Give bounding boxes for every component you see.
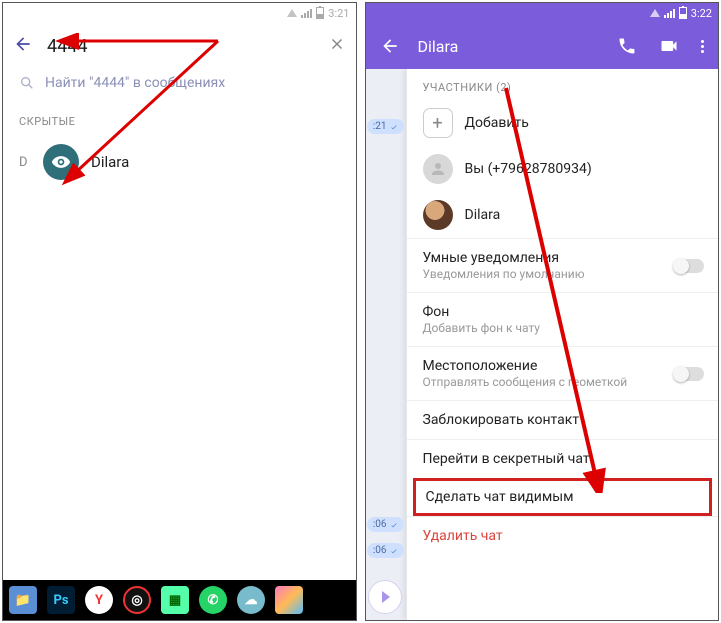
search-icon bbox=[19, 75, 35, 91]
right-phone-frame: 3:22 Dilara :21 :06 :06 УЧАСТНИКИ (2) + … bbox=[365, 2, 720, 621]
toggle[interactable] bbox=[674, 259, 704, 273]
clear-icon[interactable] bbox=[328, 35, 346, 57]
setting-title: Заблокировать контакт bbox=[423, 412, 703, 428]
taskbar-gallery-icon[interactable] bbox=[275, 586, 303, 614]
taskbar-explorer-icon[interactable]: 📁 bbox=[9, 586, 37, 614]
panel-body: :21 :06 :06 УЧАСТНИКИ (2) + Добавить Вы … bbox=[366, 69, 719, 620]
call-icon[interactable] bbox=[613, 36, 641, 56]
message-time-bubble: :06 bbox=[367, 543, 404, 558]
taskbar-spreadsheet-icon[interactable]: ▦ bbox=[161, 586, 189, 614]
left-phone-frame: 3:21 4444 Найти "4444" в сообщениях СКРЫ… bbox=[2, 2, 357, 621]
taskbar-yandex-icon[interactable]: Y bbox=[85, 586, 113, 614]
signal-icon bbox=[664, 9, 675, 18]
status-time: 3:22 bbox=[691, 7, 712, 20]
search-suggestion[interactable]: Найти "4444" в сообщениях bbox=[3, 69, 356, 105]
signal-icon bbox=[301, 9, 312, 18]
battery-icon bbox=[316, 7, 324, 19]
more-icon[interactable] bbox=[697, 40, 708, 53]
member-row-dilara[interactable]: Dilara bbox=[407, 192, 719, 238]
avatar-placeholder bbox=[423, 154, 453, 184]
chat-title: Dilara bbox=[418, 37, 600, 56]
member-row-you[interactable]: Вы (+79628780934) bbox=[407, 146, 719, 192]
add-label: Добавить bbox=[465, 115, 529, 131]
search-suggestion-text: Найти "4444" в сообщениях bbox=[45, 75, 225, 91]
taskbar-opera-icon[interactable]: ◎ bbox=[123, 586, 151, 614]
chat-background-strip: :21 :06 :06 bbox=[366, 69, 406, 620]
search-header: 4444 bbox=[3, 23, 356, 69]
setting-location[interactable]: Местоположение Отправлять сообщения с ге… bbox=[407, 346, 719, 400]
section-hidden-label: СКРЫТЫЕ bbox=[3, 105, 356, 134]
back-icon[interactable] bbox=[376, 36, 404, 56]
member-name: Dilara bbox=[465, 207, 501, 223]
avatar bbox=[423, 200, 453, 230]
setting-background[interactable]: Фон Добавить фон к чату bbox=[407, 292, 719, 346]
contact-row[interactable]: D Dilara bbox=[3, 134, 356, 190]
setting-delete-chat[interactable]: Удалить чат bbox=[407, 516, 719, 555]
add-member-row[interactable]: + Добавить bbox=[407, 100, 719, 146]
back-icon[interactable] bbox=[13, 34, 33, 58]
toggle[interactable] bbox=[674, 367, 704, 381]
status-time: 3:21 bbox=[328, 7, 349, 20]
setting-title: Сделать чат видимым bbox=[426, 489, 700, 505]
taskbar: 📁 Ps Y ◎ ▦ ✆ ☁ bbox=[3, 580, 356, 620]
setting-title: Удалить чат bbox=[423, 528, 703, 544]
taskbar-photoshop-icon[interactable]: Ps bbox=[47, 586, 75, 614]
plus-icon: + bbox=[423, 108, 453, 138]
setting-subtitle: Добавить фон к чату bbox=[423, 321, 703, 335]
wifi-icon bbox=[287, 9, 297, 17]
video-icon[interactable] bbox=[655, 36, 683, 56]
status-bar: 3:22 bbox=[366, 3, 719, 23]
person-icon bbox=[429, 160, 447, 178]
setting-block-contact[interactable]: Заблокировать контакт bbox=[407, 400, 719, 439]
taskbar-whatsapp-icon[interactable]: ✆ bbox=[199, 586, 227, 614]
setting-secret-chat[interactable]: Перейти в секретный чат bbox=[407, 439, 719, 478]
chat-header: Dilara bbox=[366, 23, 719, 69]
search-input[interactable]: 4444 bbox=[47, 36, 314, 57]
chat-settings-sheet: УЧАСТНИКИ (2) + Добавить Вы (+7962878093… bbox=[406, 69, 719, 620]
message-time-bubble: :21 bbox=[367, 119, 404, 134]
message-time-bubble: :06 bbox=[367, 517, 404, 532]
setting-make-visible[interactable]: Сделать чат видимым bbox=[413, 478, 713, 516]
setting-smart-notifications[interactable]: Умные уведомления Уведомления по умолчан… bbox=[407, 238, 719, 292]
battery-icon bbox=[679, 7, 687, 19]
eye-icon bbox=[51, 152, 71, 172]
hidden-avatar bbox=[43, 144, 79, 180]
setting-title: Умные уведомления bbox=[423, 250, 703, 266]
taskbar-app-icon[interactable]: ☁ bbox=[237, 586, 265, 614]
participants-label: УЧАСТНИКИ (2) bbox=[407, 69, 719, 100]
setting-title: Местоположение bbox=[423, 358, 703, 374]
member-you-label: Вы (+79628780934) bbox=[465, 161, 592, 177]
setting-subtitle: Отправлять сообщения с геометкой bbox=[423, 375, 703, 389]
status-bar: 3:21 bbox=[3, 3, 356, 23]
setting-title: Фон bbox=[423, 304, 703, 320]
index-letter: D bbox=[19, 155, 31, 170]
wifi-icon bbox=[650, 9, 660, 17]
contact-name: Dilara bbox=[91, 153, 129, 171]
setting-subtitle: Уведомления по умолчанию bbox=[423, 267, 703, 281]
compose-fab[interactable] bbox=[368, 580, 402, 614]
setting-title: Перейти в секретный чат bbox=[423, 451, 703, 467]
